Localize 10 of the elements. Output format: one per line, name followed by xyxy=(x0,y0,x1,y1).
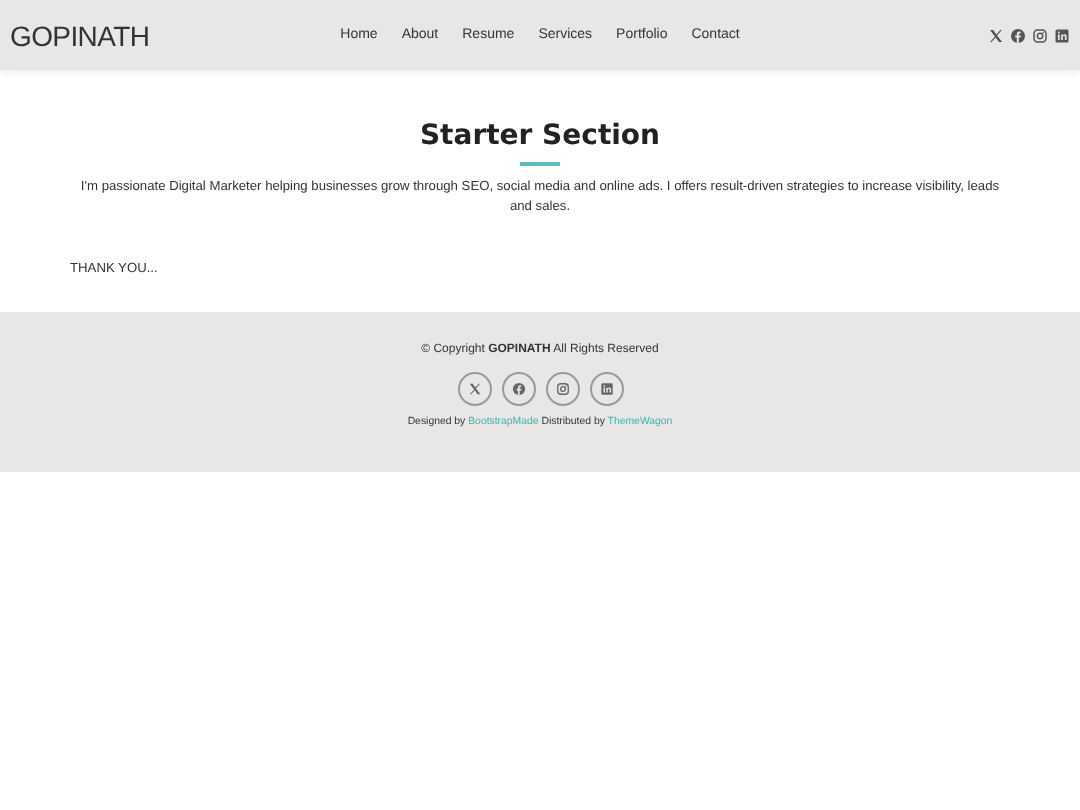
instagram-icon[interactable] xyxy=(1032,27,1048,43)
linkedin-icon[interactable] xyxy=(1054,27,1070,43)
x-icon[interactable] xyxy=(467,382,481,396)
facebook-icon[interactable] xyxy=(1010,27,1026,43)
section-title: Starter Section xyxy=(417,120,663,152)
site-logo[interactable]: GOPINATH xyxy=(10,19,330,51)
instagram-icon[interactable] xyxy=(555,382,569,396)
facebook-icon[interactable] xyxy=(511,382,525,396)
linkedin-icon[interactable] xyxy=(599,382,613,396)
x-icon[interactable] xyxy=(988,27,1004,43)
